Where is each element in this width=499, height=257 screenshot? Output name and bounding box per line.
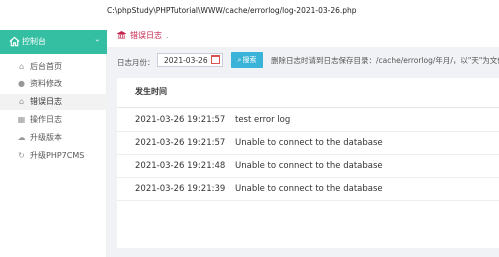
sidebar-item-label: 错误日志: [30, 97, 62, 106]
log-message: test error log: [235, 115, 291, 125]
sidebar-header-console[interactable]: 控制台 ›: [0, 30, 107, 54]
log-time: 2021-03-26 19:21:39: [135, 184, 226, 194]
calendar-icon: ▦: [17, 115, 26, 124]
filter-bar: 日志月份： 2021-03-26 ⌕搜索 删除日志时请到日志保存目录：/cach…: [107, 48, 499, 76]
cloud-icon: ☁: [17, 133, 26, 142]
search-icon: ⌕: [237, 56, 242, 64]
log-directory-note: 删除日志时请到日志保存目录：/cache/errorlog/年月/，以"天"为文…: [271, 56, 499, 65]
sidebar-item-error-log[interactable]: ⌂ 错误日志: [0, 94, 107, 110]
log-message: Unable to connect to the database: [235, 138, 383, 148]
sidebar-item-label: 后台首页: [30, 62, 62, 71]
log-time: 2021-03-26 19:21:57: [135, 138, 226, 148]
refresh-icon: ↻: [18, 151, 25, 160]
log-time: 2021-03-26 19:21:48: [135, 161, 226, 171]
user-icon: ●: [18, 79, 25, 88]
sidebar-header-label: 控制台: [22, 37, 46, 46]
table-header: 发生时间: [117, 78, 499, 108]
log-time: 2021-03-26 19:21:57: [135, 115, 226, 125]
table-row: 2021-03-26 19:21:57 test error log: [117, 109, 499, 132]
calendar-icon[interactable]: [211, 55, 220, 64]
sidebar-item-upgrade[interactable]: ☁ 升级版本: [0, 130, 107, 146]
bank-icon: [117, 31, 126, 39]
search-button[interactable]: ⌕搜索: [231, 52, 263, 68]
sidebar-item-upgrade-php7cms[interactable]: ↻ 升级PHP7CMS: [0, 148, 107, 164]
tab-dot: .: [166, 31, 169, 40]
log-table: 发生时间 2021-03-26 19:21:57 test error log …: [117, 78, 499, 248]
table-row: 2021-03-26 19:21:48 Unable to connect to…: [117, 155, 499, 178]
column-header-time: 发生时间: [135, 87, 167, 96]
sidebar-item-label: 操作日志: [30, 115, 62, 124]
sidebar-item-profile[interactable]: ● 资料修改: [0, 76, 107, 92]
chevron-down-icon: ›: [92, 38, 102, 43]
tab-label: 错误日志: [130, 31, 162, 40]
tab-bar: 错误日志.: [107, 30, 499, 47]
date-input[interactable]: 2021-03-26: [157, 53, 223, 67]
date-value: 2021-03-26: [164, 56, 208, 65]
home-icon: ⌂: [18, 62, 25, 71]
log-message: Unable to connect to the database: [235, 184, 383, 194]
top-bar: C:\phpStudy\PHPTutorial\WWW/cache/errorl…: [0, 0, 499, 30]
search-button-label: 搜索: [242, 56, 257, 64]
table-row: 2021-03-26 19:21:39 Unable to connect to…: [117, 178, 499, 201]
main-content: 错误日志. 日志月份： 2021-03-26 ⌕搜索 删除日志时请到日志保存目录…: [107, 30, 499, 257]
tab-error-log[interactable]: 错误日志.: [117, 30, 169, 41]
sidebar-item-dashboard[interactable]: ⌂ 后台首页: [0, 59, 107, 75]
sidebar-item-label: 资料修改: [30, 79, 62, 88]
sidebar-item-operation-log[interactable]: ▦ 操作日志: [0, 112, 107, 128]
date-label: 日志月份：: [117, 58, 155, 67]
file-path: C:\phpStudy\PHPTutorial\WWW/cache/errorl…: [107, 6, 357, 15]
bank-icon: ⌂: [18, 97, 25, 106]
sidebar-item-label: 升级版本: [30, 133, 62, 142]
sidebar-item-label: 升级PHP7CMS: [30, 151, 85, 160]
log-message: Unable to connect to the database: [235, 161, 383, 171]
home-icon: [9, 36, 20, 47]
table-row: 2021-03-26 19:21:57 Unable to connect to…: [117, 132, 499, 155]
sidebar: 控制台 › ⌂ 后台首页 ● 资料修改 ⌂ 错误日志 ▦ 操作日志 ☁ 升级版本…: [0, 30, 107, 257]
